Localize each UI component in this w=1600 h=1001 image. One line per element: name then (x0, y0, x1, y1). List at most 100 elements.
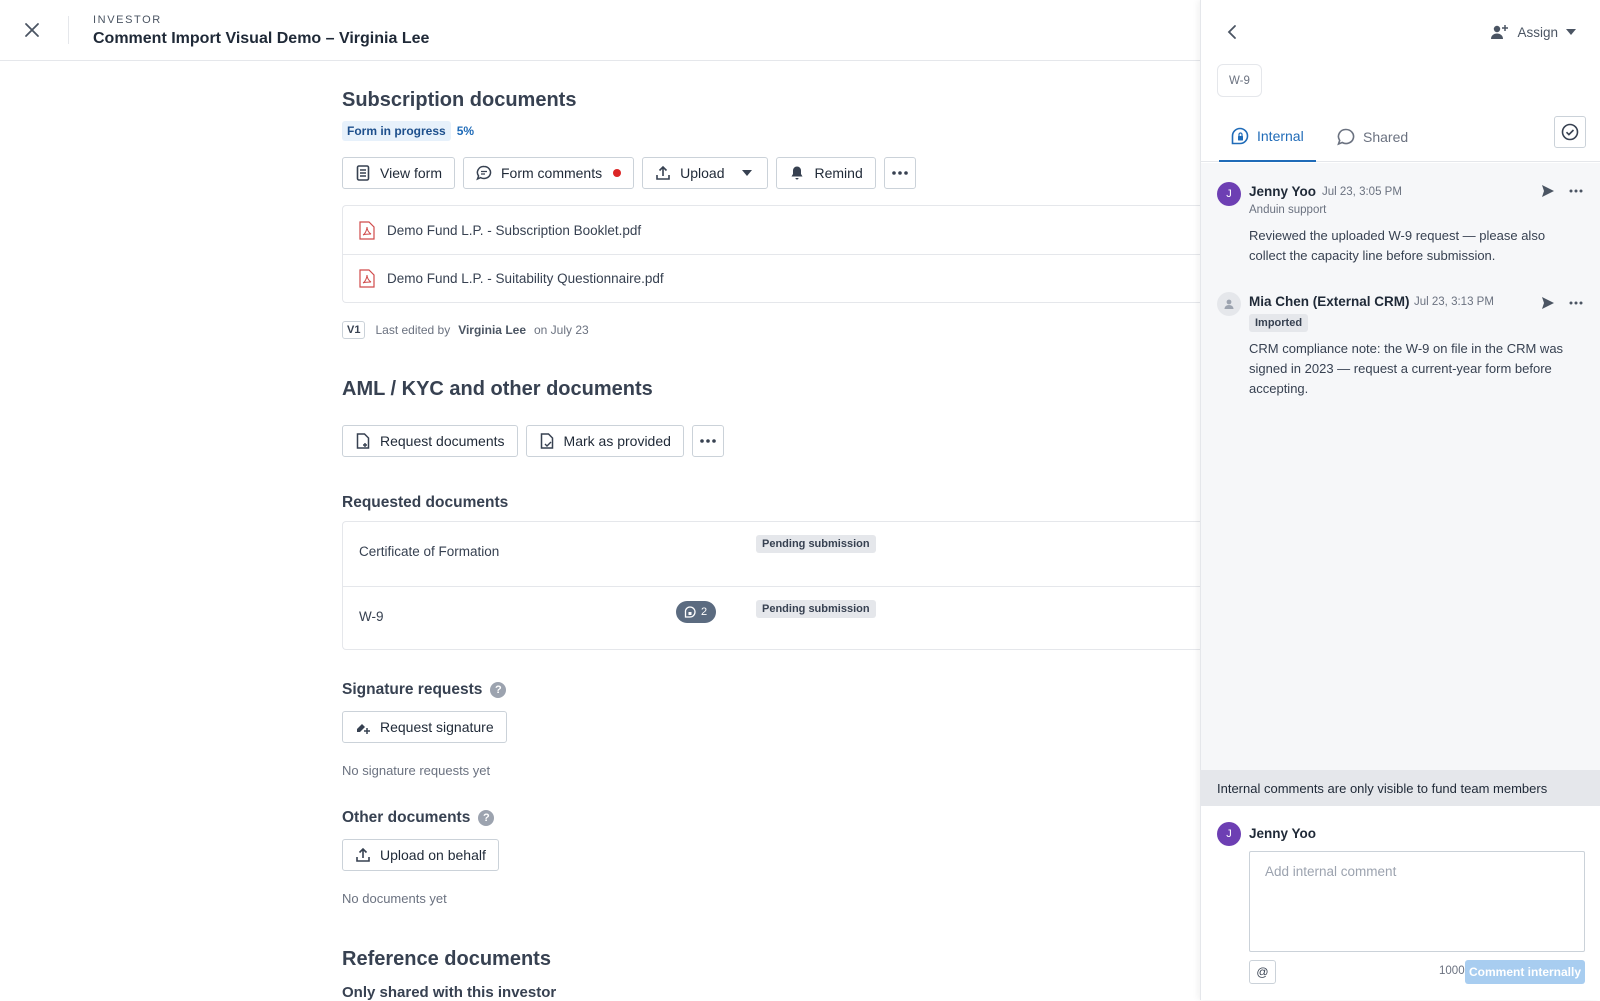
view-form-button[interactable]: View form (342, 157, 455, 189)
back-button[interactable] (1221, 20, 1245, 44)
upload-icon (355, 847, 371, 863)
other-documents-empty-text: No documents yet (342, 891, 447, 906)
subscription-more-button[interactable] (883, 157, 916, 189)
comment-panel: Assign W-9 Internal Shared J Jenny Yoo J… (1200, 0, 1600, 1000)
form-status-row: Form in progress 5% (342, 121, 474, 141)
upload-icon (655, 165, 671, 181)
tab-shared-label: Shared (1363, 129, 1409, 145)
avatar: J (1217, 182, 1241, 206)
comment-author: Mia Chen (External CRM) (1249, 294, 1410, 309)
comment-time: Jul 23, 3:13 PM (1414, 296, 1494, 308)
subscription-files: Demo Fund L.P. - Subscription Booklet.pd… (342, 205, 1212, 303)
upload-on-behalf-button[interactable]: Upload on behalf (342, 839, 499, 871)
tab-shared[interactable]: Shared (1325, 112, 1420, 162)
chevron-down-icon (1566, 29, 1576, 35)
document-check-icon (539, 433, 555, 449)
comment-input[interactable] (1249, 851, 1585, 952)
chevron-left-icon (1227, 25, 1236, 39)
view-form-label: View form (380, 165, 442, 181)
assign-button[interactable]: Assign (1491, 20, 1576, 44)
signature-icon (355, 719, 371, 735)
resolve-thread-button[interactable] (1554, 116, 1586, 148)
user-icon (1224, 299, 1234, 309)
requested-documents-table: Certificate of Formation Pending submiss… (342, 521, 1212, 650)
remind-button[interactable]: Remind (776, 157, 876, 189)
file-row[interactable]: Demo Fund L.P. - Subscription Booklet.pd… (343, 206, 1212, 254)
comment-thread: J Jenny Yoo Jul 23, 3:05 PM Anduin suppo… (1201, 163, 1600, 770)
subscription-toolbar: View form Form comments Upload Remind (342, 157, 916, 189)
comment-time: Jul 23, 3:05 PM (1322, 186, 1402, 198)
comment-actions (1541, 296, 1583, 310)
version-editor: Virginia Lee (458, 323, 526, 337)
top-header: INVESTOR Comment Import Visual Demo – Vi… (0, 0, 1200, 61)
more-horizontal-icon (891, 171, 908, 175)
comment-count: 2 (701, 606, 708, 618)
requested-documents-heading: Requested documents (342, 494, 509, 511)
comment-internally-button[interactable]: Comment internally (1465, 960, 1585, 984)
upload-label: Upload (680, 165, 725, 181)
request-signature-label: Request signature (380, 719, 494, 735)
signature-heading-label: Signature requests (342, 681, 483, 698)
send-icon[interactable] (1541, 184, 1555, 198)
pdf-icon (359, 220, 375, 240)
close-button[interactable] (20, 18, 44, 42)
more-horizontal-icon[interactable] (1569, 184, 1583, 198)
avatar: J (1217, 822, 1241, 846)
aml-toolbar: Request documents Mark as provided (342, 425, 724, 457)
status-badge: Pending submission (756, 600, 876, 618)
assign-label: Assign (1517, 24, 1558, 40)
form-comments-label: Form comments (500, 165, 603, 181)
chevron-down-icon (739, 165, 755, 181)
version-suffix: on July 23 (534, 323, 589, 337)
requested-doc-name: W-9 (359, 609, 384, 624)
signature-toolbar: Request signature (342, 711, 507, 743)
mention-button[interactable]: @ (1249, 960, 1276, 984)
request-signature-button[interactable]: Request signature (342, 711, 507, 743)
comment-body: Reviewed the uploaded W-9 request — plea… (1249, 228, 1546, 263)
tab-internal[interactable]: Internal (1219, 112, 1316, 162)
remind-label: Remind (814, 165, 863, 181)
mark-as-provided-label: Mark as provided (563, 433, 671, 449)
more-horizontal-icon (700, 439, 716, 443)
more-horizontal-icon[interactable] (1569, 296, 1583, 310)
table-row[interactable]: W-9 2 Pending submission (343, 586, 1212, 650)
form-icon (355, 165, 371, 181)
status-badge: Pending submission (756, 535, 876, 553)
requested-doc-name: Certificate of Formation (359, 544, 500, 559)
aml-more-button[interactable] (691, 425, 724, 457)
bell-icon (789, 165, 805, 181)
upload-dropdown-button[interactable]: Upload (642, 157, 769, 189)
internal-comment-icon (1231, 127, 1249, 145)
request-documents-button[interactable]: Request documents (342, 425, 518, 457)
upload-on-behalf-label: Upload on behalf (380, 847, 486, 863)
add-user-icon (1491, 25, 1509, 39)
file-name: Demo Fund L.P. - Suitability Questionnai… (387, 271, 664, 286)
version-chip[interactable]: V1 (342, 321, 366, 339)
mark-as-provided-button[interactable]: Mark as provided (525, 425, 684, 457)
close-icon (25, 23, 39, 37)
imported-badge: Imported (1249, 314, 1309, 332)
reference-heading: Reference documents (342, 948, 551, 970)
aml-heading: AML / KYC and other documents (342, 378, 653, 400)
unread-dot (613, 169, 622, 177)
chat-icon (1337, 128, 1355, 146)
tab-internal-label: Internal (1257, 128, 1304, 144)
document-add-icon (355, 433, 371, 449)
subscription-heading: Subscription documents (342, 89, 577, 111)
internal-comment-icon (684, 606, 696, 618)
table-row[interactable]: Certificate of Formation Pending submiss… (343, 522, 1212, 586)
send-icon[interactable] (1541, 296, 1555, 310)
version-info: V1 Last edited by Virginia Lee on July 2… (342, 321, 589, 339)
file-row[interactable]: Demo Fund L.P. - Suitability Questionnai… (343, 254, 1212, 302)
file-name: Demo Fund L.P. - Subscription Booklet.pd… (387, 222, 642, 238)
avatar (1217, 292, 1241, 316)
character-limit: 10000 (1439, 965, 1471, 977)
form-comments-button[interactable]: Form comments (462, 157, 635, 189)
signature-heading: Signature requests ? (342, 681, 507, 699)
help-icon[interactable]: ? (490, 682, 507, 698)
internal-visibility-notice: Internal comments are only visible to fu… (1201, 770, 1600, 806)
comment-count-badge[interactable]: 2 (676, 601, 717, 623)
version-prefix: Last edited by (375, 323, 451, 337)
help-icon[interactable]: ? (478, 810, 495, 826)
comment-body: CRM compliance note: the W-9 on file in … (1249, 341, 1564, 396)
